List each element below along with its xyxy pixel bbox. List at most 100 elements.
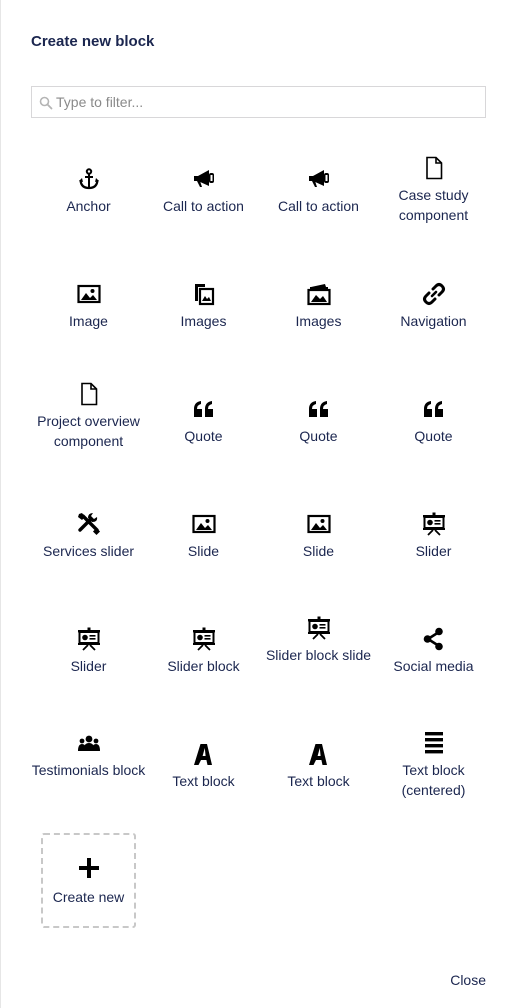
block-tile[interactable]: Slider xyxy=(376,495,491,600)
document-icon xyxy=(80,382,97,406)
align-justify-icon xyxy=(424,732,443,754)
block-tile-label: Testimonials block xyxy=(31,762,146,778)
block-tile-label: Image xyxy=(69,313,108,329)
block-tile-icon-wrap xyxy=(31,627,146,651)
font-icon xyxy=(308,744,327,765)
block-tile[interactable]: Call to action xyxy=(146,150,261,255)
block-tile-icon-wrap xyxy=(376,627,491,651)
block-tile-icon-wrap xyxy=(146,742,261,766)
block-tile-label: Slider block xyxy=(167,658,240,674)
block-tile[interactable]: Quote xyxy=(146,380,261,485)
users-icon xyxy=(77,735,100,751)
block-tile[interactable]: Slider block xyxy=(146,610,261,715)
font-icon xyxy=(193,744,212,765)
picture-icon xyxy=(191,514,216,534)
block-tile-label: Social media xyxy=(393,658,474,674)
document-icon xyxy=(425,156,442,180)
block-tile-label: Call to action xyxy=(278,198,359,214)
block-tile-icon-wrap xyxy=(376,282,491,306)
block-tile-icon-wrap xyxy=(376,512,491,536)
quote-icon xyxy=(193,401,213,417)
megaphone-icon xyxy=(193,170,214,187)
block-tile-label: Quote xyxy=(184,428,223,444)
dialog-title: Create new block xyxy=(31,33,155,50)
block-tile[interactable]: Slide xyxy=(146,495,261,600)
block-tile-icon-wrap xyxy=(31,512,146,536)
block-tile[interactable]: Services slider xyxy=(31,495,146,600)
block-tile-icon-wrap xyxy=(146,512,261,536)
block-tile-label: Text block xyxy=(287,773,350,789)
block-tile[interactable]: Anchor xyxy=(31,150,146,255)
presentation-icon xyxy=(77,627,100,651)
block-tile-label: Slide xyxy=(302,543,335,559)
block-tile-label: Images xyxy=(180,313,227,329)
picture-icon xyxy=(76,284,101,304)
block-tile-icon-wrap xyxy=(261,616,376,640)
block-tile-icon-wrap xyxy=(261,282,376,306)
block-tile[interactable]: Text block xyxy=(261,725,376,830)
block-tile[interactable]: Quote xyxy=(376,380,491,485)
picture-icon xyxy=(306,514,331,534)
quote-icon xyxy=(423,401,443,417)
close-button[interactable]: Close xyxy=(450,972,486,988)
block-tile-label: Slider xyxy=(70,658,107,674)
block-tile-icon-wrap xyxy=(261,167,376,191)
block-tile-icon-wrap xyxy=(376,397,491,421)
multiple-pictures-icon xyxy=(194,284,214,306)
block-tile-icon-wrap xyxy=(261,742,376,766)
block-tile[interactable]: Slider xyxy=(31,610,146,715)
block-tile-label: Case study component xyxy=(398,187,469,223)
block-tile-label: Services slider xyxy=(42,543,135,559)
block-tile-icon-wrap xyxy=(376,156,491,180)
search-icon xyxy=(39,96,53,110)
photo-stack-icon xyxy=(306,284,331,306)
anchor-icon xyxy=(78,168,99,190)
block-tile[interactable]: Images xyxy=(261,265,376,370)
block-tile[interactable]: Text block xyxy=(146,725,261,830)
block-tile-icon-wrap xyxy=(146,627,261,651)
block-tile-label: Anchor xyxy=(66,198,111,214)
block-tile-label: Slider block slide xyxy=(265,647,372,663)
block-tile-label: Text block (centered) xyxy=(401,762,466,798)
presentation-icon xyxy=(422,512,445,536)
block-tile-icon-wrap xyxy=(31,282,146,306)
block-tile[interactable]: Project overview component xyxy=(31,380,146,485)
block-tile-icon-wrap xyxy=(31,167,146,191)
wrench-screwdriver-icon xyxy=(77,513,100,536)
block-tile[interactable]: Testimonials block xyxy=(31,725,146,830)
presentation-icon xyxy=(192,627,215,651)
search-box[interactable] xyxy=(31,86,486,118)
create-new-button[interactable]: Create new xyxy=(41,833,136,928)
block-tile[interactable]: Navigation xyxy=(376,265,491,370)
block-tile-icon-wrap xyxy=(31,731,146,755)
block-tile-label: Navigation xyxy=(400,313,467,329)
block-tile[interactable]: Case study component xyxy=(376,150,491,255)
block-tile-label: Quote xyxy=(414,428,453,444)
block-tile-label: Slider xyxy=(415,543,452,559)
block-tile[interactable]: Slider block slide xyxy=(261,610,376,715)
quote-icon xyxy=(308,401,328,417)
create-new-label: Create new xyxy=(52,889,125,905)
block-tile[interactable]: Text block (centered) xyxy=(376,725,491,830)
create-block-dialog: Create new block Anchor Call to action Cal… xyxy=(0,0,520,1008)
block-tile[interactable]: Call to action xyxy=(261,150,376,255)
block-tile-icon-wrap xyxy=(261,397,376,421)
block-tile[interactable]: Image xyxy=(31,265,146,370)
megaphone-icon xyxy=(308,170,329,187)
presentation-icon xyxy=(307,616,330,640)
link-icon xyxy=(422,283,445,305)
block-tile-label: Images xyxy=(295,313,342,329)
search-input[interactable] xyxy=(56,87,481,117)
block-tile[interactable]: Slide xyxy=(261,495,376,600)
block-tile-icon-wrap xyxy=(146,282,261,306)
block-tile-icon-wrap xyxy=(31,382,146,406)
block-tile-label: Project overview component xyxy=(37,413,140,449)
share-icon xyxy=(423,627,443,651)
block-tile[interactable]: Social media xyxy=(376,610,491,715)
block-tile-label: Text block xyxy=(172,773,235,789)
block-tile[interactable]: Images xyxy=(146,265,261,370)
block-tile-label: Slide xyxy=(187,543,220,559)
plus-icon xyxy=(78,858,99,878)
block-tile[interactable]: Quote xyxy=(261,380,376,485)
block-tile-icon-wrap xyxy=(376,731,491,755)
